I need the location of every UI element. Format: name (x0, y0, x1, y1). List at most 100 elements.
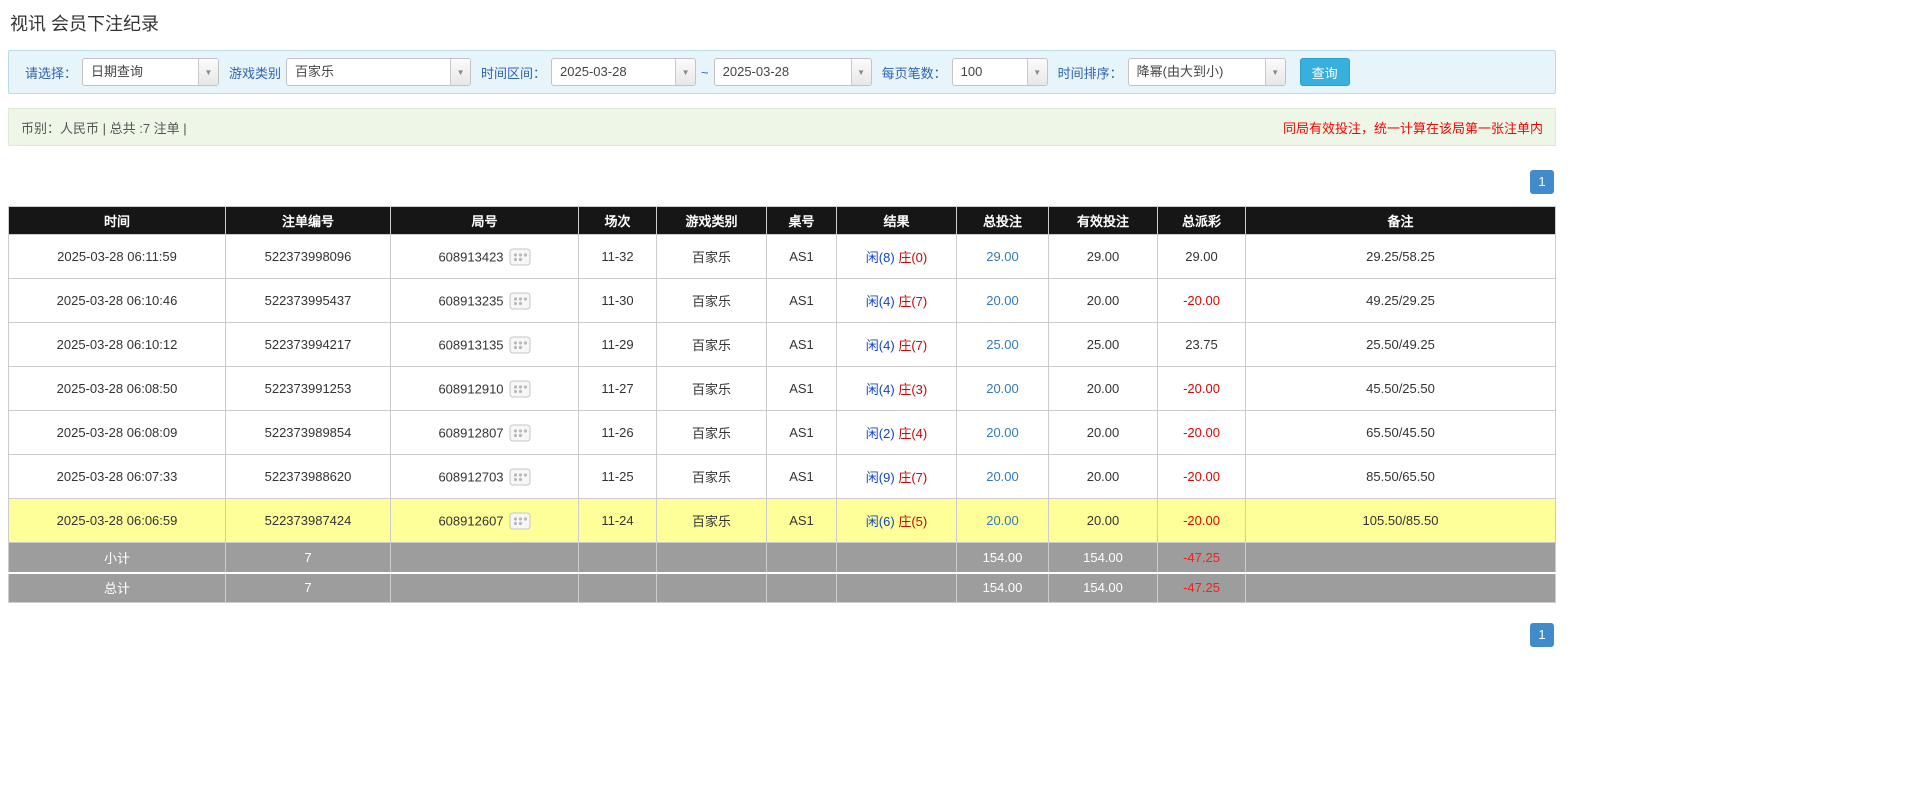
valid-bet-cell: 20.00 (1048, 498, 1158, 543)
total-bet-cell: 25.00 (956, 322, 1049, 367)
valid-bet-cell: 20.00 (1048, 410, 1158, 455)
table-no-cell: AS1 (766, 234, 837, 279)
player-result: 闲(2) (865, 426, 895, 441)
player-result: 闲(4) (865, 338, 895, 353)
bet-id-cell: 522373995437 (225, 278, 391, 323)
footer-count: 7 (225, 571, 391, 603)
player-result: 闲(9) (865, 470, 895, 485)
bet-id-cell: 522373998096 (225, 234, 391, 279)
session-cell: 11-29 (578, 322, 657, 367)
total-bet-cell: 20.00 (956, 366, 1049, 411)
game-type-cell: 百家乐 (656, 366, 767, 411)
roadmap-icon[interactable] (509, 248, 531, 266)
footer-empty-cell (766, 571, 837, 603)
table-row: 2025-03-28 06:06:59 522373987424 608912607… (8, 498, 1556, 543)
page-button-1[interactable]: 1 (1530, 623, 1554, 647)
sort-order-label: 时间排序： (1057, 65, 1123, 81)
select-type-combo[interactable]: 日期查询 ▼ (82, 58, 220, 86)
sort-order-value: 降幂(由大到小) (1136, 64, 1224, 79)
footer-empty-cell (390, 542, 579, 573)
valid-bet-cell: 29.00 (1048, 234, 1158, 279)
payout-cell: 29.00 (1157, 234, 1246, 279)
payout-cell: -20.00 (1157, 410, 1246, 455)
chevron-down-icon[interactable]: ▼ (850, 59, 871, 85)
footer-label: 总计 (8, 571, 226, 603)
chevron-down-icon[interactable]: ▼ (1026, 59, 1047, 85)
chevron-down-icon[interactable]: ▼ (450, 59, 471, 85)
time-cell: 2025-03-28 06:08:50 (8, 366, 226, 411)
chevron-down-icon[interactable]: ▼ (675, 59, 696, 85)
session-cell: 11-25 (578, 454, 657, 499)
sort-order-combo[interactable]: 降幂(由大到小) ▼ (1127, 58, 1286, 86)
page-size-combo[interactable]: 100 ▼ (951, 58, 1048, 86)
total-bet-link[interactable]: 20.00 (986, 513, 1019, 528)
roadmap-icon[interactable] (509, 336, 531, 354)
chevron-down-icon[interactable]: ▼ (1264, 59, 1285, 85)
bet-id-cell: 522373989854 (225, 410, 391, 455)
game-type-cell: 百家乐 (656, 498, 767, 543)
session-cell: 11-26 (578, 410, 657, 455)
search-button[interactable]: 查询 (1299, 58, 1350, 86)
bet-id-cell: 522373988620 (225, 454, 391, 499)
page-size-value: 100 (960, 64, 983, 79)
note-cell: 45.50/25.50 (1245, 366, 1556, 411)
bet-id-cell: 522373994217 (225, 322, 391, 367)
banker-result: 庄(0) (898, 250, 928, 265)
column-header-6: 结果 (836, 206, 957, 235)
column-header-2: 局号 (390, 206, 579, 235)
table-no-cell: AS1 (766, 366, 837, 411)
table-no-cell: AS1 (766, 498, 837, 543)
banker-result: 庄(4) (898, 426, 928, 441)
game-type-combo[interactable]: 百家乐 ▼ (286, 58, 472, 86)
chevron-down-icon[interactable]: ▼ (198, 59, 219, 85)
column-header-4: 游戏类别 (656, 206, 767, 235)
round-id: 608913235 (438, 293, 504, 308)
total-bet-link[interactable]: 20.00 (986, 469, 1019, 484)
note-cell: 25.50/49.25 (1245, 322, 1556, 367)
footer-empty-cell (836, 571, 957, 603)
game-type-label: 游戏类别 (229, 65, 282, 81)
time-cell: 2025-03-28 06:08:09 (8, 410, 226, 455)
note-cell: 49.25/29.25 (1245, 278, 1556, 323)
total-bet-cell: 29.00 (956, 234, 1049, 279)
banker-result: 庄(3) (898, 382, 928, 397)
valid-bet-cell: 20.00 (1048, 278, 1158, 323)
page-button-1[interactable]: 1 (1530, 170, 1554, 194)
pagination-top: 1 (8, 170, 1554, 194)
round-cell: 608913235 (390, 278, 579, 323)
footer-payout: -47.25 (1157, 542, 1246, 573)
total-bet-link[interactable]: 20.00 (986, 293, 1019, 308)
date-range-separator: ~ (701, 64, 709, 80)
total-bet-link[interactable]: 29.00 (986, 249, 1019, 264)
roadmap-icon[interactable] (509, 380, 531, 398)
roadmap-icon[interactable] (509, 292, 531, 310)
roadmap-icon[interactable] (509, 468, 531, 486)
roadmap-icon[interactable] (509, 512, 531, 530)
total-bet-link[interactable]: 20.00 (986, 381, 1019, 396)
table-no-cell: AS1 (766, 278, 837, 323)
column-header-0: 时间 (8, 206, 226, 235)
table-no-cell: AS1 (766, 322, 837, 367)
total-bet-link[interactable]: 20.00 (986, 425, 1019, 440)
footer-total-bet: 154.00 (956, 542, 1049, 573)
column-header-7: 总投注 (956, 206, 1049, 235)
table-row: 2025-03-28 06:08:50 522373991253 608912910… (8, 366, 1556, 411)
column-header-3: 场次 (578, 206, 657, 235)
total-bet-link[interactable]: 25.00 (986, 337, 1019, 352)
date-from-combo[interactable]: 2025-03-28 ▼ (551, 58, 697, 86)
currency-summary-text: 币别：人民币 | 总共 :7 注单 | (21, 120, 187, 136)
payout-cell: -20.00 (1157, 278, 1246, 323)
round-cell: 608912807 (390, 410, 579, 455)
game-type-cell: 百家乐 (656, 234, 767, 279)
session-cell: 11-32 (578, 234, 657, 279)
round-id: 608912607 (438, 513, 504, 528)
footer-label: 小计 (8, 542, 226, 573)
roadmap-icon[interactable] (509, 424, 531, 442)
time-cell: 2025-03-28 06:10:12 (8, 322, 226, 367)
footer-empty-cell (390, 571, 579, 603)
total-bet-cell: 20.00 (956, 498, 1049, 543)
date-to-combo[interactable]: 2025-03-28 ▼ (713, 58, 872, 86)
time-cell: 2025-03-28 06:06:59 (8, 498, 226, 543)
session-cell: 11-24 (578, 498, 657, 543)
footer-count: 7 (225, 542, 391, 573)
